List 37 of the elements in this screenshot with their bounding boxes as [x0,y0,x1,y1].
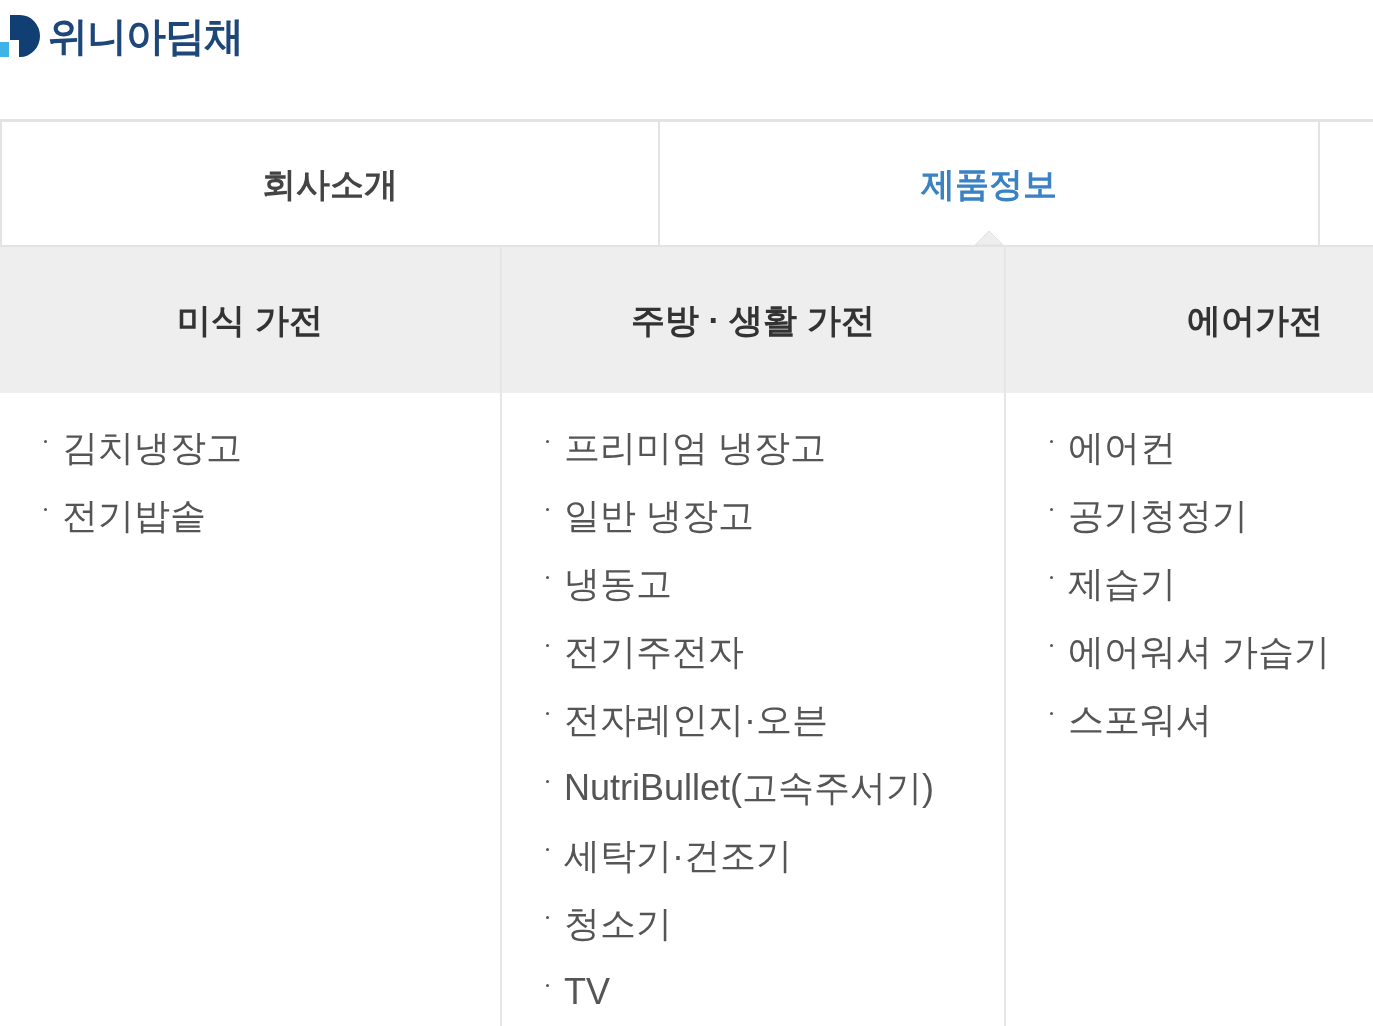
menu-item[interactable]: NutriBullet(고속주서기) [564,754,935,822]
bullet-icon [546,848,549,851]
bullet-icon [44,440,47,443]
menu-item[interactable]: 청소기 [564,890,672,958]
menu-item[interactable]: 일반 냉장고 [564,482,754,550]
category-heading[interactable]: 에어가전 [1187,294,1323,346]
bullet-icon [546,712,549,715]
menu-item[interactable]: 김치냉장고 [62,414,242,482]
menu-item[interactable]: 공기청정기 [1068,482,1248,550]
bullet-icon [546,916,549,919]
logo-text[interactable]: 위니아딤채 [48,15,243,57]
bullet-icon [546,576,549,579]
menu-item[interactable]: 제습기 [1068,550,1176,618]
menu-item[interactable]: 전기밥솥 [62,482,206,550]
category-heading[interactable]: 주방 · 생활 가전 [631,294,875,346]
menu-item[interactable]: TV [564,958,610,1026]
menu-item[interactable]: 스포워셔 [1068,686,1212,754]
menu-item[interactable]: 프리미엄 냉장고 [564,414,826,482]
menu-item[interactable]: 전기주전자 [564,618,744,686]
bullet-icon [44,508,47,511]
bullet-icon [546,644,549,647]
bullet-icon [1050,712,1053,715]
bullet-icon [546,440,549,443]
menu-item[interactable]: 전자레인지·오븐 [564,686,828,754]
bullet-icon [1050,440,1053,443]
category-heading[interactable]: 미식 가전 [177,294,323,346]
bullet-icon [546,508,549,511]
bullet-icon [1050,508,1053,511]
menu-item[interactable]: 세탁기·건조기 [564,822,792,890]
bullet-icon [1050,644,1053,647]
bullet-icon [546,780,549,783]
menu-item[interactable]: 냉동고 [564,550,672,618]
bullet-icon [1050,576,1053,579]
menu-item[interactable]: 에어컨 [1068,414,1176,482]
bullet-icon [546,984,549,987]
logo-icon [0,15,40,57]
menu-item[interactable]: 에어워셔 가습기 [1068,618,1330,686]
